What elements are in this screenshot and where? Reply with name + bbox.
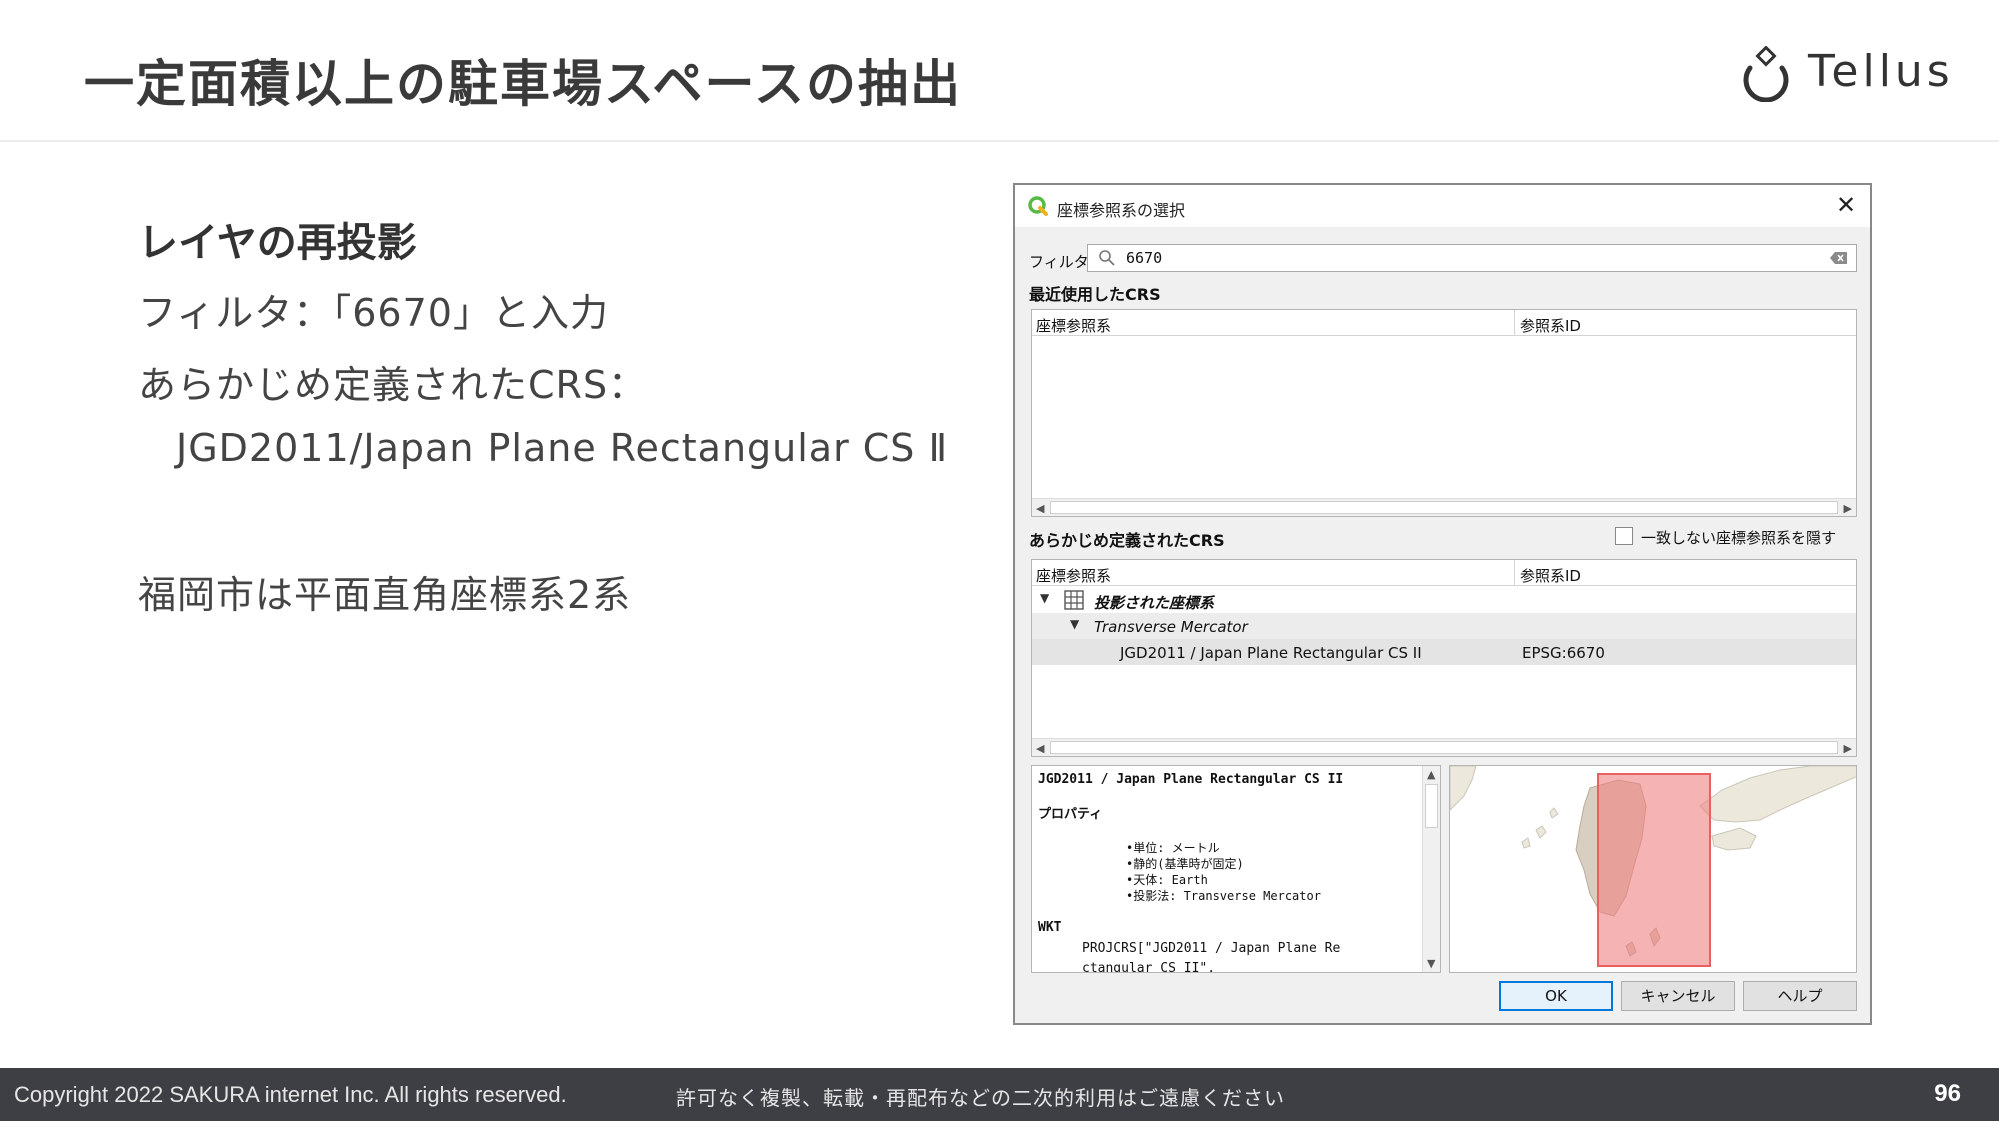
scroll-right-icon[interactable]: ▶ [1844,502,1852,515]
crs-details-panel[interactable]: JGD2011 / Japan Plane Rectangular CS II … [1031,765,1441,973]
wkt-heading: WKT [1038,920,1062,935]
collapse-icon[interactable]: ▼ [1040,591,1049,605]
selected-crs-name: JGD2011 / Japan Plane Rectangular CS II [1120,644,1422,662]
predefined-table-header: 座標参照系 参照系ID [1032,560,1856,586]
filter-input[interactable] [1126,248,1806,268]
recent-horizontal-scrollbar[interactable]: ◀ ▶ [1032,498,1856,516]
tree-row-transverse-mercator[interactable]: ▼ Transverse Mercator [1032,613,1856,639]
scroll-left-icon[interactable]: ◀ [1036,502,1044,515]
scroll-thumb[interactable] [1425,784,1438,828]
usage-notice: 許可なく複製、転載・再配布などの二次的利用はご遠慮ください [676,1086,1285,1110]
property-projection: •投影法: Transverse Mercator [1126,889,1321,903]
column-separator [1514,310,1515,336]
recent-crs-label: 最近使用したCRS [1029,285,1161,304]
selected-crs-id: EPSG:6670 [1522,644,1605,662]
property-unit: •単位: メートル [1126,841,1220,855]
collapse-icon[interactable]: ▼ [1070,617,1079,631]
dialog-title: 座標参照系の選択 [1057,201,1186,220]
clear-icon[interactable] [1830,251,1848,265]
tree-row-projected[interactable]: ▼ 投影された座標系 [1032,587,1856,613]
crs-details-content: JGD2011 / Japan Plane Rectangular CS II … [1038,772,1418,973]
column-header-crs[interactable]: 座標参照系 [1036,315,1111,336]
slide-header: 一定面積以上の駐車場スペースの抽出 Tellus [0,0,1999,142]
tellus-logo-icon [1743,46,1789,102]
column-header-id[interactable]: 参照系ID [1520,315,1581,336]
qgis-icon [1028,196,1048,216]
scroll-thumb[interactable] [1050,501,1838,514]
section-title: レイヤの再投影 [138,220,417,266]
column-header-crs[interactable]: 座標参照系 [1036,565,1111,586]
scroll-right-icon[interactable]: ▶ [1844,742,1852,755]
page-number: 96 [1934,1080,1961,1107]
hide-unmatched-label: 一致しない座標参照系を隠す [1641,529,1837,547]
logo-text: Tellus [1808,46,1954,97]
extent-map-preview [1449,765,1857,973]
copyright-text: Copyright 2022 SAKURA internet Inc. All … [14,1082,567,1107]
details-title: JGD2011 / Japan Plane Rectangular CS II [1038,772,1344,787]
details-vertical-scrollbar[interactable]: ▲ ▼ [1422,766,1440,972]
slide-title: 一定面積以上の駐車場スペースの抽出 [84,55,962,113]
close-icon: ✕ [1835,191,1857,219]
predefined-horizontal-scrollbar[interactable]: ◀ ▶ [1032,738,1856,756]
predefined-crs-label: あらかじめ定義されたCRS [1029,531,1225,550]
wkt-line: PROJCRS["JGD2011 / Japan Plane Re [1082,941,1341,956]
wkt-code: PROJCRS["JGD2011 / Japan Plane Re ctangu… [1082,939,1418,973]
close-button[interactable]: ✕ [1832,191,1860,219]
predefined-crs-table[interactable]: 座標参照系 参照系ID ▼ 投影された座標系 ▼ Transverse Merc… [1031,559,1857,757]
tree-row-selected-crs[interactable]: JGD2011 / Japan Plane Rectangular CS II … [1032,639,1856,665]
filter-instruction: フィルタ：「6670」と入力 [138,291,609,335]
tellus-logo: Tellus [1738,46,1978,102]
recent-crs-table[interactable]: 座標参照系 参照系ID ◀ ▶ [1031,309,1857,517]
column-separator [1514,560,1515,586]
kyushu-map [1450,766,1856,972]
recent-table-header: 座標参照系 参照系ID [1032,310,1856,336]
ok-button[interactable]: OK [1499,981,1613,1011]
property-body: •天体: Earth [1126,873,1208,887]
scroll-left-icon[interactable]: ◀ [1036,742,1044,755]
scroll-up-icon[interactable]: ▲ [1427,768,1435,781]
crs-selection-dialog: 座標参照系の選択 ✕ フィルタ 最近使用したCRS 座標参照系 参照系ID ◀ … [1013,183,1872,1025]
dialog-titlebar: 座標参照系の選択 ✕ [1015,185,1870,227]
fukuoka-note: 福岡市は平面直角座標系2系 [138,573,632,617]
properties-list: •単位: メートル •静的(基準時が固定) •天体: Earth •投影法: T… [1126,840,1418,904]
grid-icon [1064,590,1084,610]
scroll-thumb[interactable] [1050,741,1838,754]
filter-box[interactable] [1087,244,1857,272]
cancel-button[interactable]: キャンセル [1621,981,1735,1011]
property-static: •静的(基準時が固定) [1126,857,1244,871]
scroll-down-icon[interactable]: ▼ [1427,957,1435,970]
properties-heading: プロパティ [1038,807,1103,822]
crs-name-text: JGD2011/Japan Plane Rectangular CS Ⅱ [176,426,949,470]
tree-group-label: 投影された座標系 [1094,594,1215,612]
hide-unmatched-checkbox[interactable] [1615,527,1633,545]
help-button[interactable]: ヘルプ [1743,981,1857,1011]
predefined-crs-instruction: あらかじめ定義されたCRS： [138,363,648,407]
slide-footer: Copyright 2022 SAKURA internet Inc. All … [0,1068,1999,1121]
column-header-id[interactable]: 参照系ID [1520,565,1581,586]
filter-label: フィルタ [1029,253,1089,271]
search-icon [1099,250,1115,266]
tree-subgroup-label: Transverse Mercator [1094,618,1248,636]
wkt-line: ctangular CS II", [1082,961,1216,973]
